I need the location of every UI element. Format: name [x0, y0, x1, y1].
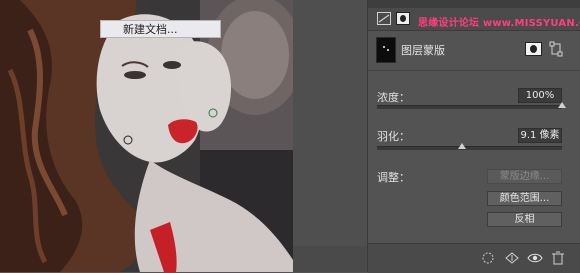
mask-edge-button[interactable]: 蒙版边缘... — [487, 169, 562, 184]
density-label: 浓度： — [377, 91, 410, 104]
canvas-area[interactable]: 新建文档... — [0, 0, 367, 272]
new-document-tooltip: 新建文档... — [100, 20, 221, 38]
watermark-text: 思缘设计论坛 www.MISSYUAN.COM — [418, 18, 580, 29]
feather-value-field[interactable]: 9.1 像素 — [518, 128, 562, 143]
add-pixel-mask-icon[interactable] — [525, 42, 542, 56]
refine-label: 调整： — [377, 171, 410, 184]
color-range-button[interactable]: 颜色范围... — [487, 191, 562, 206]
document-image[interactable] — [0, 0, 293, 272]
invert-button[interactable]: 反相 — [487, 212, 562, 227]
panel-footer — [368, 243, 580, 273]
feather-label: 羽化： — [377, 130, 410, 143]
feather-slider-track[interactable] — [377, 146, 562, 150]
add-vector-mask-icon[interactable] — [549, 41, 563, 57]
mask-thumbnail[interactable] — [376, 37, 396, 63]
canvas-bottom-strip — [293, 246, 367, 272]
properties-panel: 思缘设计论坛 www.MISSYUAN.COM 图层蒙版 浓度： 100% 羽化… — [367, 0, 580, 273]
feather-slider-thumb[interactable] — [458, 143, 467, 149]
pixel-mask-chip-icon[interactable] — [396, 12, 410, 25]
density-slider-track[interactable] — [377, 105, 562, 109]
properties-type-row: 思缘设计论坛 www.MISSYUAN.COM — [368, 8, 580, 31]
canvas-pasteboard — [293, 0, 367, 272]
density-slider-thumb[interactable] — [558, 102, 566, 108]
layer-mask-label: 图层蒙版 — [401, 44, 445, 57]
layer-mask-row: 图层蒙版 — [368, 31, 580, 68]
eye-icon[interactable] — [527, 251, 543, 265]
divider — [368, 70, 580, 71]
panel-header-strip — [368, 0, 580, 8]
load-selection-icon[interactable] — [480, 251, 496, 265]
apply-mask-icon[interactable] — [504, 251, 520, 265]
portrait-photo — [0, 0, 293, 272]
trash-icon[interactable] — [550, 251, 566, 265]
density-value-field[interactable]: 100% — [518, 88, 562, 103]
adjustment-layer-icon[interactable] — [377, 12, 391, 25]
